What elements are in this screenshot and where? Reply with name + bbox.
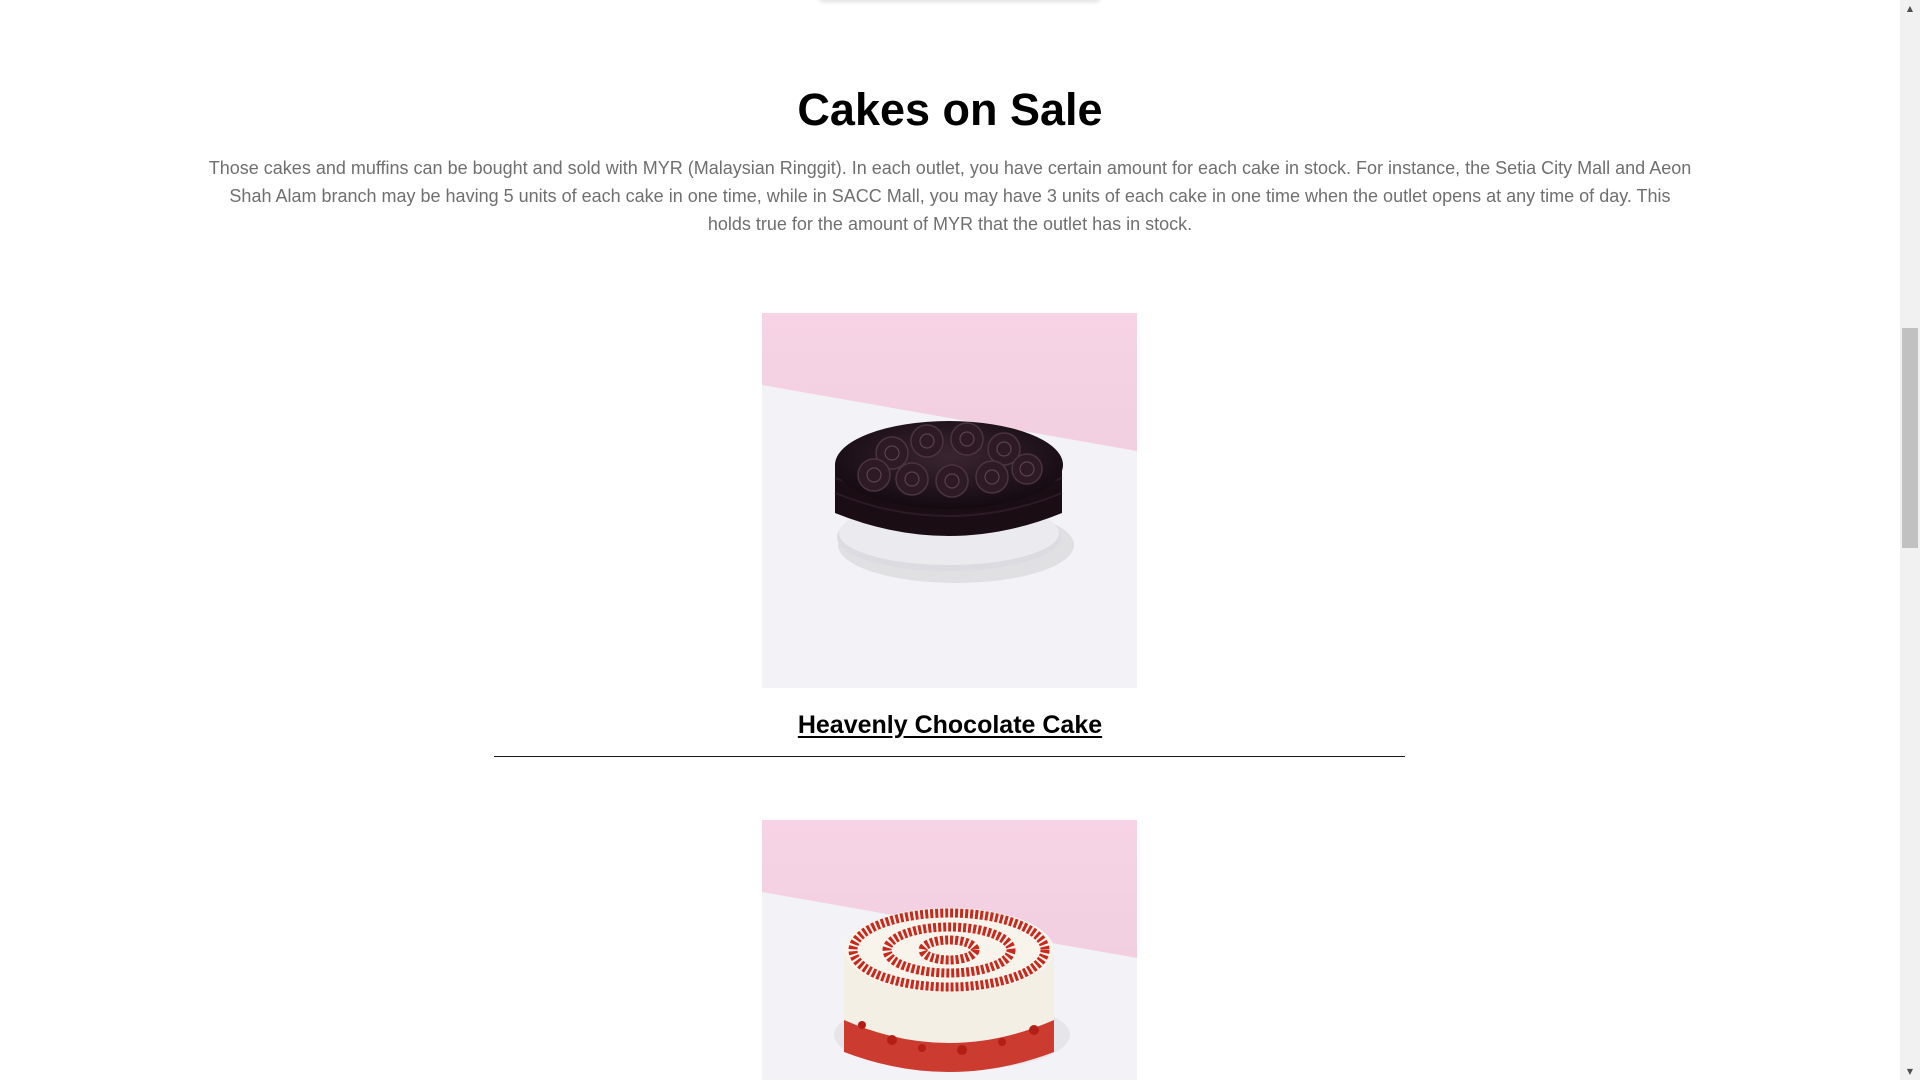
scroll-down-arrow-icon[interactable]: ▼ [1900,1063,1920,1080]
red-velvet-cake-image[interactable] [762,820,1137,1080]
section-description: Those cakes and muffins can be bought an… [208,158,1692,234]
page-viewport: Cakes on Sale Those cakes and muffins ca… [0,0,1900,1080]
scroll-up-arrow-icon[interactable]: ▲ [1900,0,1920,17]
vertical-scrollbar[interactable]: ▲ ▼ [1900,0,1920,1080]
scrollbar-thumb[interactable] [1902,328,1918,548]
cake-divider [494,756,1405,757]
cake-name-link[interactable]: Heavenly Chocolate Cake [0,711,1900,740]
chocolate-cake-image[interactable] [762,313,1137,688]
section-title: Cakes on Sale [797,84,1103,135]
